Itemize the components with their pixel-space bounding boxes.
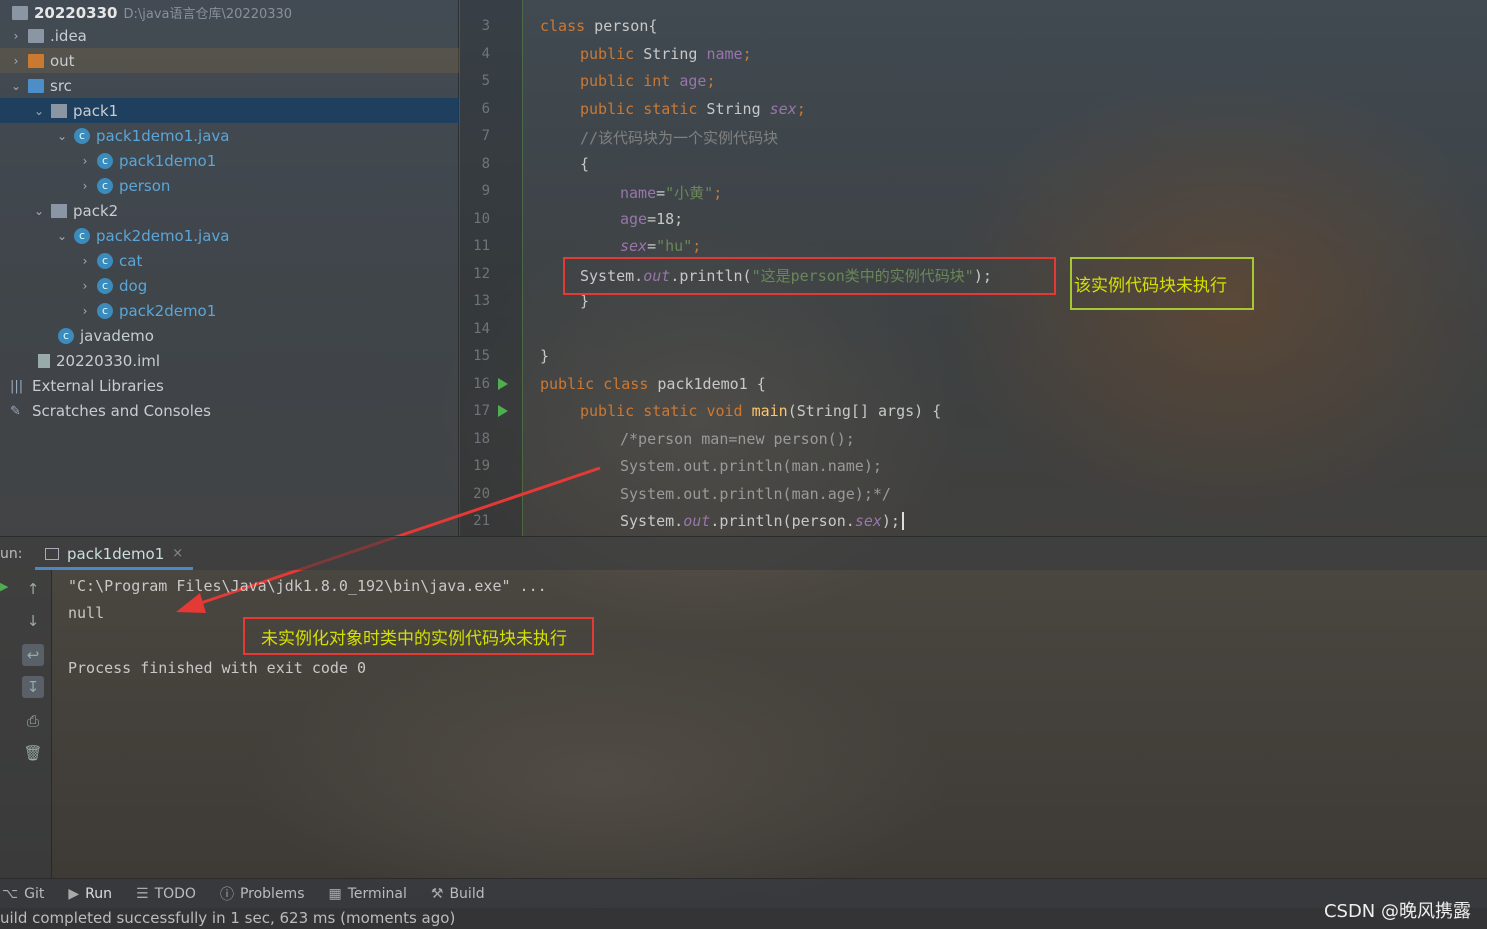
status-bar: uild completed successfully in 1 sec, 62… (0, 908, 1487, 929)
terminal-icon: ▦ (328, 885, 342, 902)
down-arrow-icon[interactable]: ↓ (22, 610, 44, 632)
trash-icon[interactable]: 🗑 (22, 742, 44, 764)
soft-wrap-icon[interactable]: ↩ (22, 644, 44, 666)
tab-terminal[interactable]: ▦ Terminal (328, 886, 406, 902)
tab-build[interactable]: ⚒ Build (431, 886, 485, 902)
scroll-to-end-icon[interactable]: ↧ (22, 676, 44, 698)
tab-label: Problems (239, 885, 305, 902)
console-line-1: "C:\Program Files\Java\jdk1.8.0_192\bin\… (68, 577, 547, 595)
tool-window-bar: ⌥ Git ▶ Run ☰ TODO ⓘ Problems ▦ Terminal ⚒ Bui… (0, 878, 1487, 908)
run-label: un: (0, 546, 23, 562)
run-tab[interactable]: pack1demo1 × (35, 540, 194, 570)
annotation-arrow (176, 466, 601, 613)
info-icon: ⓘ (219, 886, 234, 903)
tab-git[interactable]: ⌥ Git (2, 886, 44, 902)
up-arrow-icon[interactable]: ↑ (22, 578, 44, 600)
watermark: CSDN @晚风携露 (1323, 901, 1471, 922)
console-line-4: Process finished with exit code 0 (68, 659, 367, 677)
tab-label: TODO (154, 885, 196, 902)
run-tab-label: pack1demo1 (67, 544, 165, 563)
tab-label: Run (85, 885, 113, 902)
git-icon: ⌥ (2, 885, 19, 902)
tab-run[interactable]: ▶ Run (68, 886, 112, 902)
console-icon (45, 547, 59, 560)
hammer-icon: ⚒ (430, 885, 444, 902)
tab-label: Git (24, 885, 45, 902)
rerun-icon[interactable]: ▶ (0, 580, 8, 593)
status-text: uild completed successfully in 1 sec, 62… (0, 909, 456, 927)
tab-problems[interactable]: ⓘ Problems (220, 884, 305, 904)
tab-label: Build (449, 885, 485, 902)
tab-label: Terminal (347, 885, 407, 902)
console-line-2: null (68, 604, 105, 622)
tab-todo[interactable]: ☰ TODO (136, 886, 196, 902)
run-toolbar: ↑ ↓ ↩ ↧ ⎙ 🗑 (0, 570, 52, 878)
print-icon[interactable]: ⎙ (22, 710, 44, 732)
list-icon: ☰ (136, 885, 149, 902)
play-icon: ▶ (68, 885, 80, 902)
run-tool-header (0, 536, 1487, 570)
close-icon[interactable]: × (172, 546, 183, 561)
